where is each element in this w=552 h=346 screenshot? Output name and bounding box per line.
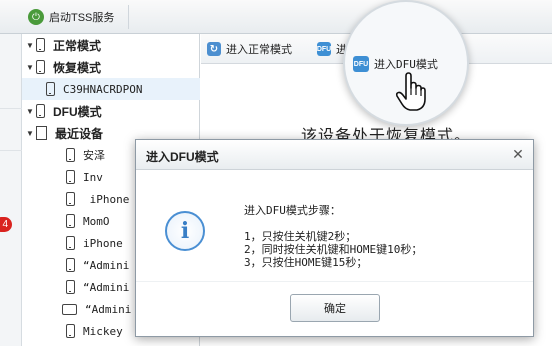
left-panel-edge: 4: [0, 34, 22, 346]
device-label: Mickey: [83, 324, 123, 338]
phone-icon: [66, 192, 75, 206]
phone-icon: [66, 324, 75, 338]
enter-dfu-mode-label: 进入DFU模式: [374, 58, 438, 71]
enter-normal-mode-button[interactable]: ↻ 进入正常模式: [207, 38, 292, 60]
magnifier-overlay: DFU 进入DFU模式: [343, 0, 469, 126]
enter-dfu-mode-button[interactable]: DFU 进入DFU模式: [353, 56, 438, 72]
dfu-dialog: 进入DFU模式 ✕ i 进入DFU模式步骤： 1，只按住关机键2秒； 2，同时按…: [135, 139, 534, 337]
device-label: “Admini: [85, 302, 132, 316]
phone-icon: [66, 258, 75, 272]
device-label: iPhone: [83, 192, 130, 206]
close-icon[interactable]: ✕: [511, 147, 525, 161]
ok-button[interactable]: 确定: [290, 294, 380, 322]
device-label: 安泽: [83, 150, 105, 162]
divider: [136, 281, 533, 282]
dfu-icon: DFU: [317, 42, 331, 56]
phone-icon: [66, 236, 75, 250]
dialog-title: 进入DFU模式: [146, 150, 219, 164]
divider: [0, 150, 22, 151]
device-label: iPhone: [83, 236, 123, 250]
start-tss-service-label: 启动TSS服务: [49, 12, 115, 24]
tree-group-label: 最近设备: [55, 126, 104, 141]
ipad-icon: [62, 303, 77, 315]
expand-arrow-icon[interactable]: ▼: [26, 129, 36, 138]
phone-icon: [36, 104, 45, 118]
tree-group-label: 正常模式: [53, 38, 102, 53]
phone-icon: [36, 38, 45, 52]
hand-cursor-icon: [395, 72, 426, 111]
tree-group-label: DFU模式: [53, 104, 102, 119]
tree-group-dfu-mode[interactable]: ▼ DFU模式: [22, 100, 200, 122]
dialog-heading: 进入DFU模式步骤：: [244, 204, 341, 217]
recent-icon: [36, 126, 47, 140]
refresh-icon: ↻: [207, 42, 221, 56]
tree-group-normal-mode[interactable]: ▼ 正常模式: [22, 34, 200, 56]
dfu-step: 3，只按住HOME键15秒；: [244, 256, 368, 269]
dfu-step: 2，同时按住关机键和HOME键10秒；: [244, 243, 423, 256]
device-label: Inv: [83, 170, 103, 184]
phone-icon: [66, 280, 75, 294]
tree-group-recovery-mode[interactable]: ▼ 恢复模式: [22, 56, 200, 78]
expand-arrow-icon[interactable]: ▼: [26, 63, 36, 72]
device-label: MomO: [83, 214, 110, 228]
phone-icon: [46, 82, 55, 96]
phone-icon: [66, 170, 75, 184]
power-icon: ⏻: [28, 9, 44, 25]
dialog-body: 进入DFU模式步骤： 1，只按住关机键2秒； 2，同时按住关机键和HOME键10…: [244, 204, 422, 269]
info-icon: i: [165, 211, 205, 251]
start-tss-service-button[interactable]: ⏻ 启动TSS服务: [22, 5, 130, 29]
enter-normal-mode-label: 进入正常模式: [226, 44, 292, 56]
notification-badge: 4: [0, 217, 12, 232]
phone-icon: [66, 148, 75, 162]
device-label: “Admini: [83, 280, 130, 294]
phone-icon: [66, 214, 75, 228]
device-label: C39HNACRDPON: [63, 82, 143, 96]
dialog-title-bar: 进入DFU模式 ✕: [136, 140, 533, 170]
dfu-icon: DFU: [353, 56, 369, 72]
dfu-step: 1，只按住关机键2秒；: [244, 230, 357, 243]
divider: [0, 108, 22, 109]
recovery-icon: [36, 60, 45, 74]
tree-group-label: 恢复模式: [53, 60, 102, 75]
expand-arrow-icon[interactable]: ▼: [26, 41, 36, 50]
device-label: “Admini: [83, 258, 130, 272]
tree-device-recovery[interactable]: C39HNACRDPON: [22, 78, 200, 100]
top-toolbar: ⏻ 启动TSS服务: [0, 0, 552, 34]
expand-arrow-icon[interactable]: ▼: [26, 107, 36, 116]
